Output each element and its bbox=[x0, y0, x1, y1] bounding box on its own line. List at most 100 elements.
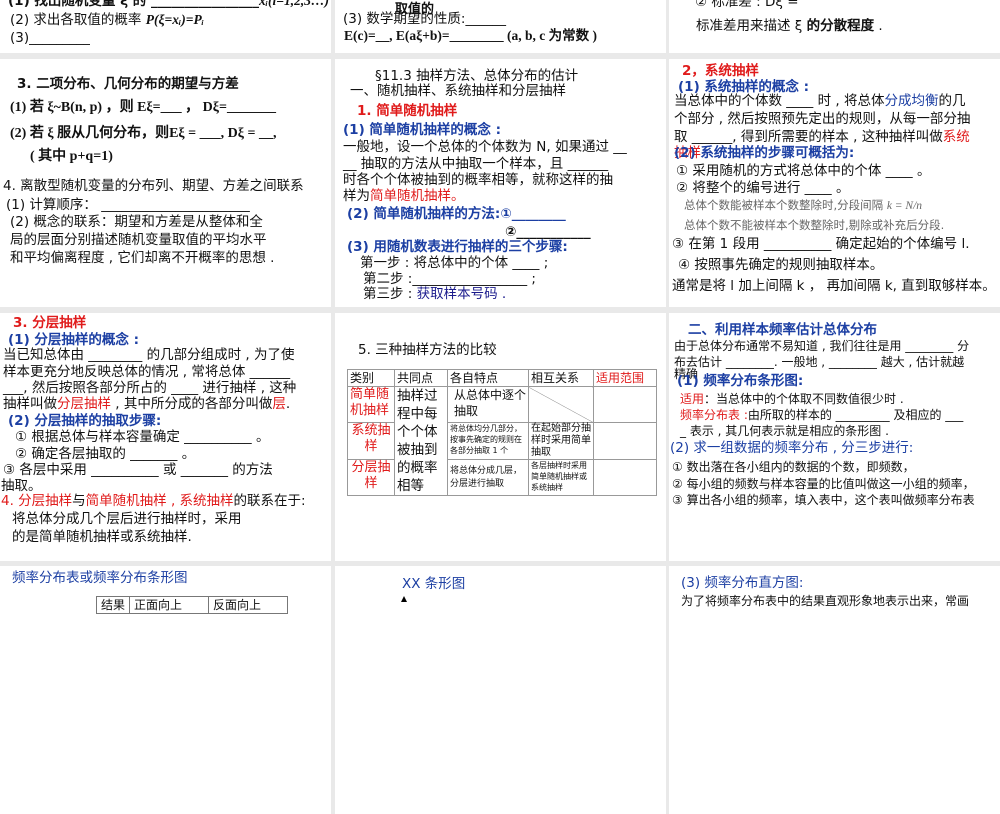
text-line: 通常是将 l 加上间隔 k ， 再加间隔 k, 直到取够样本。 bbox=[672, 278, 996, 294]
text-line: 的是简单随机抽样或系统抽样. bbox=[12, 529, 192, 545]
text-seg: 层 bbox=[272, 396, 286, 412]
heading: (2) 求一组数据的频率分布 , 分三步进行: bbox=[670, 440, 914, 456]
slide-thumbnail-7[interactable]: 3. 分层抽样 (1) 分层抽样的概念 : 当已知总体由 ________ 的几… bbox=[0, 313, 331, 561]
text-line: _ 表示 , 其几何表示就是相应的条形图 . bbox=[680, 424, 889, 438]
heading: 3. 分层抽样 bbox=[13, 315, 87, 331]
text-seg: xᵢ(i=1,2,3…) bbox=[259, 0, 329, 8]
table-row: 系统抽样 将总体均分几部分，按事先确定的规则在各部分抽取 1 个 在起始部分抽样… bbox=[347, 422, 657, 460]
text-seg: 系统 bbox=[942, 129, 970, 145]
table-row: 分层抽样 将总体分成几层，分层进行抽取 各层抽样时采用简单随机抽样或系统抽样 bbox=[347, 459, 657, 496]
text-seg: 分成均衡 bbox=[884, 93, 939, 109]
text-line: ③ 算出各小组的频率，填入表中，这个表叫做频率分布表 bbox=[672, 493, 975, 507]
cell-scope bbox=[593, 459, 657, 496]
heading: (1) 简单随机抽样的概念 : bbox=[343, 122, 502, 138]
table-header-row: 结果 正面向上 反面向上 bbox=[95, 596, 289, 614]
slide-thumbnail-8[interactable]: 5. 三种抽样方法的比较 类别 共同点 各自特点 相互关系 适用范围 简单随机抽… bbox=[335, 313, 666, 561]
slide-title: (3) 频率分布直方图: bbox=[681, 575, 804, 591]
cell-type: 系统抽样 bbox=[347, 422, 395, 460]
text-line: 局的层面分别描述随机变量取值的平均水平 bbox=[10, 232, 267, 248]
text-seg: 简单随机抽样 , 系统抽样 bbox=[85, 493, 234, 509]
text-line: 布去估计 ________. 一般地 , ________ 越大 , 估计就越 bbox=[674, 355, 965, 369]
header-cell: 共同点 bbox=[394, 369, 448, 387]
header-cell: 各自特点 bbox=[447, 369, 529, 387]
cell-type: 简单随机抽样 bbox=[347, 386, 395, 423]
cell-relation: 各层抽样时采用简单随机抽样或系统抽样 bbox=[528, 459, 594, 496]
text-line: 4. 分层抽样与简单随机抽样 , 系统抽样的联系在于: bbox=[1, 492, 306, 510]
text-line: ② 标准差 : Dξ = bbox=[695, 0, 799, 10]
text-seg: 分层抽样 bbox=[57, 396, 111, 412]
text-line: 一般地，设一个总体的个体数为 N, 如果通过 __ bbox=[343, 139, 627, 155]
text-seg: 抽样叫做 bbox=[3, 396, 57, 412]
text-line: (1) 若 ξ~B(n, p) ，则 Eξ=___ ， Dξ=_______ bbox=[10, 100, 276, 115]
text-seg: E(c)=__, E(aξ+b)=________ bbox=[344, 28, 504, 43]
text-line: 频率分布表 :由所取的样本的 _________ 及相应的 ___ bbox=[680, 407, 963, 423]
formula: P(ξ=xᵢ)=Pᵢ bbox=[145, 12, 204, 27]
text-line: (3)_________ bbox=[10, 30, 90, 46]
text-line: ② 每小组的频数与样本容量的比值叫做这一小组的频率， bbox=[672, 477, 975, 491]
text-line: (2) 概念的联系：期望和方差是从整体和全 bbox=[10, 214, 263, 230]
heading: 3. 二项分布、几何分布的期望与方差 bbox=[17, 76, 239, 92]
slide-title: 频率分布表或频率分布条形图 bbox=[12, 570, 188, 586]
header-cell: 相互关系 bbox=[528, 369, 594, 387]
text-line: (2) 若 ξ 服从几何分布，则Eξ = ___, Dξ = __, bbox=[10, 126, 277, 141]
text-seg: 取 ______, 得到所需要的样本 , 这种抽样叫做 bbox=[674, 129, 943, 145]
text-seg: 获取样本号码 . bbox=[416, 286, 507, 302]
text-seg: 的分散程度 bbox=[806, 18, 875, 34]
y-axis-arrow-icon bbox=[401, 596, 407, 602]
text-line: ( 其中 p+q=1) bbox=[30, 149, 113, 164]
text-seg: 样为 bbox=[343, 188, 370, 204]
cell-feature: 将总体均分几部分，按事先确定的规则在各部分抽取 1 个 bbox=[447, 422, 529, 460]
cell-type: 分层抽样 bbox=[347, 459, 395, 496]
text-seg: . bbox=[285, 396, 291, 412]
text-line: 总体个数不能被样本个数整除时,剔除或补充后分段. bbox=[684, 218, 945, 232]
heading: 4. 离散型随机变量的分布列、期望、方差之间联系 bbox=[3, 178, 304, 194]
slide-title: XX 条形图 bbox=[402, 576, 466, 592]
frequency-table: 结果 正面向上 反面向上 bbox=[95, 596, 289, 614]
text-line: E(c)=__, E(aξ+b)=________ (a, b, c 为常数 ) bbox=[344, 27, 597, 45]
table-row: 简单随机抽样 抽样过程中每个个体被抽到的概率相等 从总体中逐个抽取 bbox=[347, 386, 657, 496]
heading: (1) 频率分布条形图: bbox=[677, 373, 804, 389]
slide-thumbnail-1[interactable]: (1) 找出随机变量 ξ 的 ________________xᵢ(i=1,2,… bbox=[0, 0, 331, 53]
text-line: (1) 找出随机变量 ξ 的 ________________xᵢ(i=1,2,… bbox=[8, 0, 329, 10]
slide-title: 5. 三种抽样方法的比较 bbox=[358, 342, 497, 358]
text-seg: 简单随机抽样。 bbox=[370, 188, 465, 204]
text-line: 当已知总体由 ________ 的几部分组成时 , 为了使 bbox=[3, 347, 295, 363]
cell-common: 抽样过程中每个个体被抽到的概率相等 bbox=[394, 386, 448, 496]
slide-thumbnail-3[interactable]: ② 标准差 : Dξ = 标准差用来描述 ξ 的分散程度 . bbox=[669, 0, 1000, 53]
heading: 二、利用样本频率估计总体分布 bbox=[688, 322, 877, 338]
slide-thumbnail-2[interactable]: 取值的 (3) 数学期望的性质:______ E(c)=__, E(aξ+b)=… bbox=[335, 0, 666, 53]
text-line: ③ 各层中采用 __________ 或 _______ 的方法 bbox=[3, 462, 273, 478]
heading: 一、随机抽样、系统抽样和分层抽样 bbox=[350, 83, 566, 99]
formula: k = N/n bbox=[886, 200, 923, 212]
cell-relation: 在起始部分抽样时采用简单抽取 bbox=[528, 422, 594, 460]
text-line: 样为简单随机抽样。 bbox=[343, 187, 465, 205]
text-seg: (a, b, c 为常数 ) bbox=[506, 28, 597, 43]
text-line: 个部分 , 然后按照预先定出的规则，从每一部分抽 bbox=[674, 111, 971, 127]
text-line: (2) 简单随机抽样的方法:①________ bbox=[347, 206, 566, 222]
text-line: 适用：当总体中的个体取不同数值很少时 . bbox=[680, 391, 904, 407]
slide-thumbnail-4[interactable]: 3. 二项分布、几何分布的期望与方差 (1) 若 ξ~B(n, p) ，则 Eξ… bbox=[0, 59, 331, 307]
header-cell: 类别 bbox=[347, 369, 395, 387]
slide-thumbnail-5[interactable]: §11.3 抽样方法、总体分布的估计 一、随机抽样、系统抽样和分层抽样 1. 简… bbox=[335, 59, 666, 307]
header-cell: 结果 bbox=[95, 596, 131, 614]
slide-thumbnail-6[interactable]: 2，系统抽样 (1) 系统抽样的概念 : 当总体中的个体数 ____ 时 , 将… bbox=[669, 59, 1000, 307]
slide-thumbnail-10[interactable]: 频率分布表或频率分布条形图 结果 正面向上 反面向上 bbox=[0, 566, 331, 814]
cell-scope bbox=[593, 422, 657, 460]
cell-scope bbox=[593, 386, 657, 423]
slide-thumbnail-11[interactable]: XX 条形图 bbox=[335, 566, 666, 814]
slide-thumbnail-9[interactable]: 二、利用样本频率估计总体分布 由于总体分布通常不易知道 , 我们往往是用 ___… bbox=[669, 313, 1000, 561]
header-cell: 正面向上 bbox=[129, 596, 210, 614]
text-line: 和平均偏离程度 , 它们却离不开概率的思想 . bbox=[10, 250, 275, 266]
text-line: 将总体分成几个层后进行抽样时，采用 bbox=[12, 511, 242, 527]
text-line: (3) 数学期望的性质:______ bbox=[343, 11, 506, 27]
header-cell: 适用范围 bbox=[593, 369, 657, 387]
text-line: (1) 计算顺序： ______________________ bbox=[6, 197, 250, 213]
text-seg: 与 bbox=[72, 493, 86, 509]
text-line: ④ 按照事先确定的规则抽取样本。 bbox=[678, 257, 884, 273]
heading: (2) 系统抽样的步骤可概括为: bbox=[674, 145, 855, 161]
text-line: 当总体中的个体数 ____ 时 , 将总体分成均衡的几 bbox=[674, 92, 965, 110]
slide-thumbnail-12[interactable]: (3) 频率分布直方图: 为了将频率分布表中的结果直观形象地表示出来，常画 bbox=[669, 566, 1000, 814]
text-line: 为了将频率分布表中的结果直观形象地表示出来，常画 bbox=[681, 594, 970, 608]
text-line: ② 将整个的编号进行 ____ 。 bbox=[676, 180, 850, 196]
text-seg: (1) 找出随机变量 ξ 的 bbox=[8, 0, 147, 9]
